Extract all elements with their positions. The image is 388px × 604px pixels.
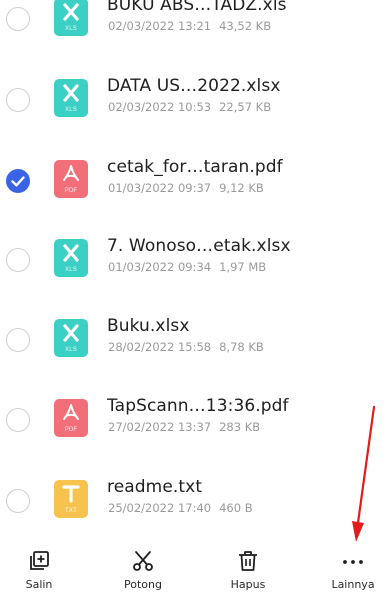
file-size: 9,12 KB — [219, 181, 264, 195]
file-row[interactable]: XLS Buku.xlsx 28/02/2022 15:58 8,78 KB — [0, 300, 388, 380]
file-list: XLS BUKU ABS…TADZ.xls 02/03/2022 13:21 43… — [0, 0, 388, 540]
select-radio[interactable] — [6, 328, 30, 352]
file-meta: 28/02/2022 15:58 8,78 KB — [108, 340, 264, 354]
delete-button[interactable]: Hapus — [203, 540, 293, 604]
file-date: 25/02/2022 17:40 — [108, 501, 212, 515]
select-radio[interactable] — [6, 88, 30, 112]
copy-label: Salin — [25, 578, 53, 591]
bottom-action-bar: Salin Potong Hapus Lainnya — [0, 540, 388, 604]
copy-button[interactable]: Salin — [0, 540, 84, 604]
trash-icon — [239, 551, 257, 571]
file-row[interactable]: PDF cetak_for…taran.pdf 01/03/2022 09:37… — [0, 141, 388, 221]
scissors-icon — [133, 551, 153, 571]
file-date: 01/03/2022 09:37 — [108, 181, 212, 195]
file-size: 1,97 MB — [219, 260, 267, 274]
file-type-label: PDF — [64, 188, 78, 194]
file-type-label: XLS — [65, 107, 77, 113]
cut-button[interactable]: Potong — [98, 540, 188, 604]
excel-icon: XLS — [54, 239, 88, 277]
check-icon — [11, 176, 25, 187]
file-name: Buku.xlsx — [107, 316, 190, 336]
file-name: BUKU ABS…TADZ.xls — [107, 0, 287, 15]
file-meta: 01/03/2022 09:34 1,97 MB — [108, 260, 266, 274]
file-name: DATA US…2022.xlsx — [107, 76, 281, 96]
file-meta: 02/03/2022 10:53 22,57 KB — [108, 100, 271, 114]
file-meta: 02/03/2022 13:21 43,52 KB — [108, 19, 271, 33]
excel-icon: XLS — [54, 319, 88, 357]
file-type-label: TXT — [65, 508, 77, 514]
file-size: 43,52 KB — [219, 19, 272, 33]
more-button[interactable]: Lainnya — [308, 540, 388, 604]
delete-label: Hapus — [230, 578, 266, 591]
file-size: 460 B — [219, 501, 253, 515]
copy-icon — [30, 551, 49, 570]
select-radio[interactable] — [6, 169, 30, 193]
more-label: Lainnya — [331, 578, 375, 591]
file-row[interactable]: XLS 7. Wonoso…etak.xlsx 01/03/2022 09:34… — [0, 220, 388, 300]
file-type-label: PDF — [64, 427, 78, 433]
file-name: 7. Wonoso…etak.xlsx — [107, 236, 291, 256]
cut-label: Potong — [124, 578, 162, 591]
excel-icon: XLS — [54, 79, 88, 117]
file-size: 22,57 KB — [219, 100, 272, 114]
file-row[interactable]: TXT readme.txt 25/02/2022 17:40 460 B — [0, 461, 388, 540]
select-radio[interactable] — [6, 7, 30, 31]
text-file-icon: TXT — [54, 480, 88, 518]
file-date: 28/02/2022 15:58 — [108, 340, 212, 354]
select-radio[interactable] — [6, 408, 30, 432]
file-row[interactable]: XLS DATA US…2022.xlsx 02/03/2022 10:53 22… — [0, 60, 388, 140]
file-type-label: XLS — [65, 347, 77, 353]
file-type-label: XLS — [65, 26, 77, 32]
file-size: 283 KB — [219, 420, 261, 434]
pdf-icon: PDF — [54, 160, 88, 198]
file-date: 02/03/2022 10:53 — [108, 100, 212, 114]
pdf-icon: PDF — [54, 399, 88, 437]
file-name: TapScann…13:36.pdf — [107, 396, 289, 416]
file-size: 8,78 KB — [219, 340, 264, 354]
file-row[interactable]: PDF TapScann…13:36.pdf 27/02/2022 13:37 2… — [0, 380, 388, 460]
file-date: 02/03/2022 13:21 — [108, 19, 212, 33]
excel-icon: XLS — [54, 0, 88, 36]
file-row[interactable]: XLS BUKU ABS…TADZ.xls 02/03/2022 13:21 43… — [0, 0, 388, 59]
file-meta: 25/02/2022 17:40 460 B — [108, 501, 253, 515]
file-type-label: XLS — [65, 267, 77, 273]
file-meta: 01/03/2022 09:37 9,12 KB — [108, 181, 264, 195]
select-radio[interactable] — [6, 248, 30, 272]
file-name: readme.txt — [107, 477, 203, 497]
file-date: 27/02/2022 13:37 — [108, 420, 212, 434]
file-date: 01/03/2022 09:34 — [108, 260, 212, 274]
file-meta: 27/02/2022 13:37 283 KB — [108, 420, 260, 434]
file-name: cetak_for…taran.pdf — [107, 157, 283, 177]
select-radio[interactable] — [6, 489, 30, 513]
more-icon — [343, 560, 363, 564]
